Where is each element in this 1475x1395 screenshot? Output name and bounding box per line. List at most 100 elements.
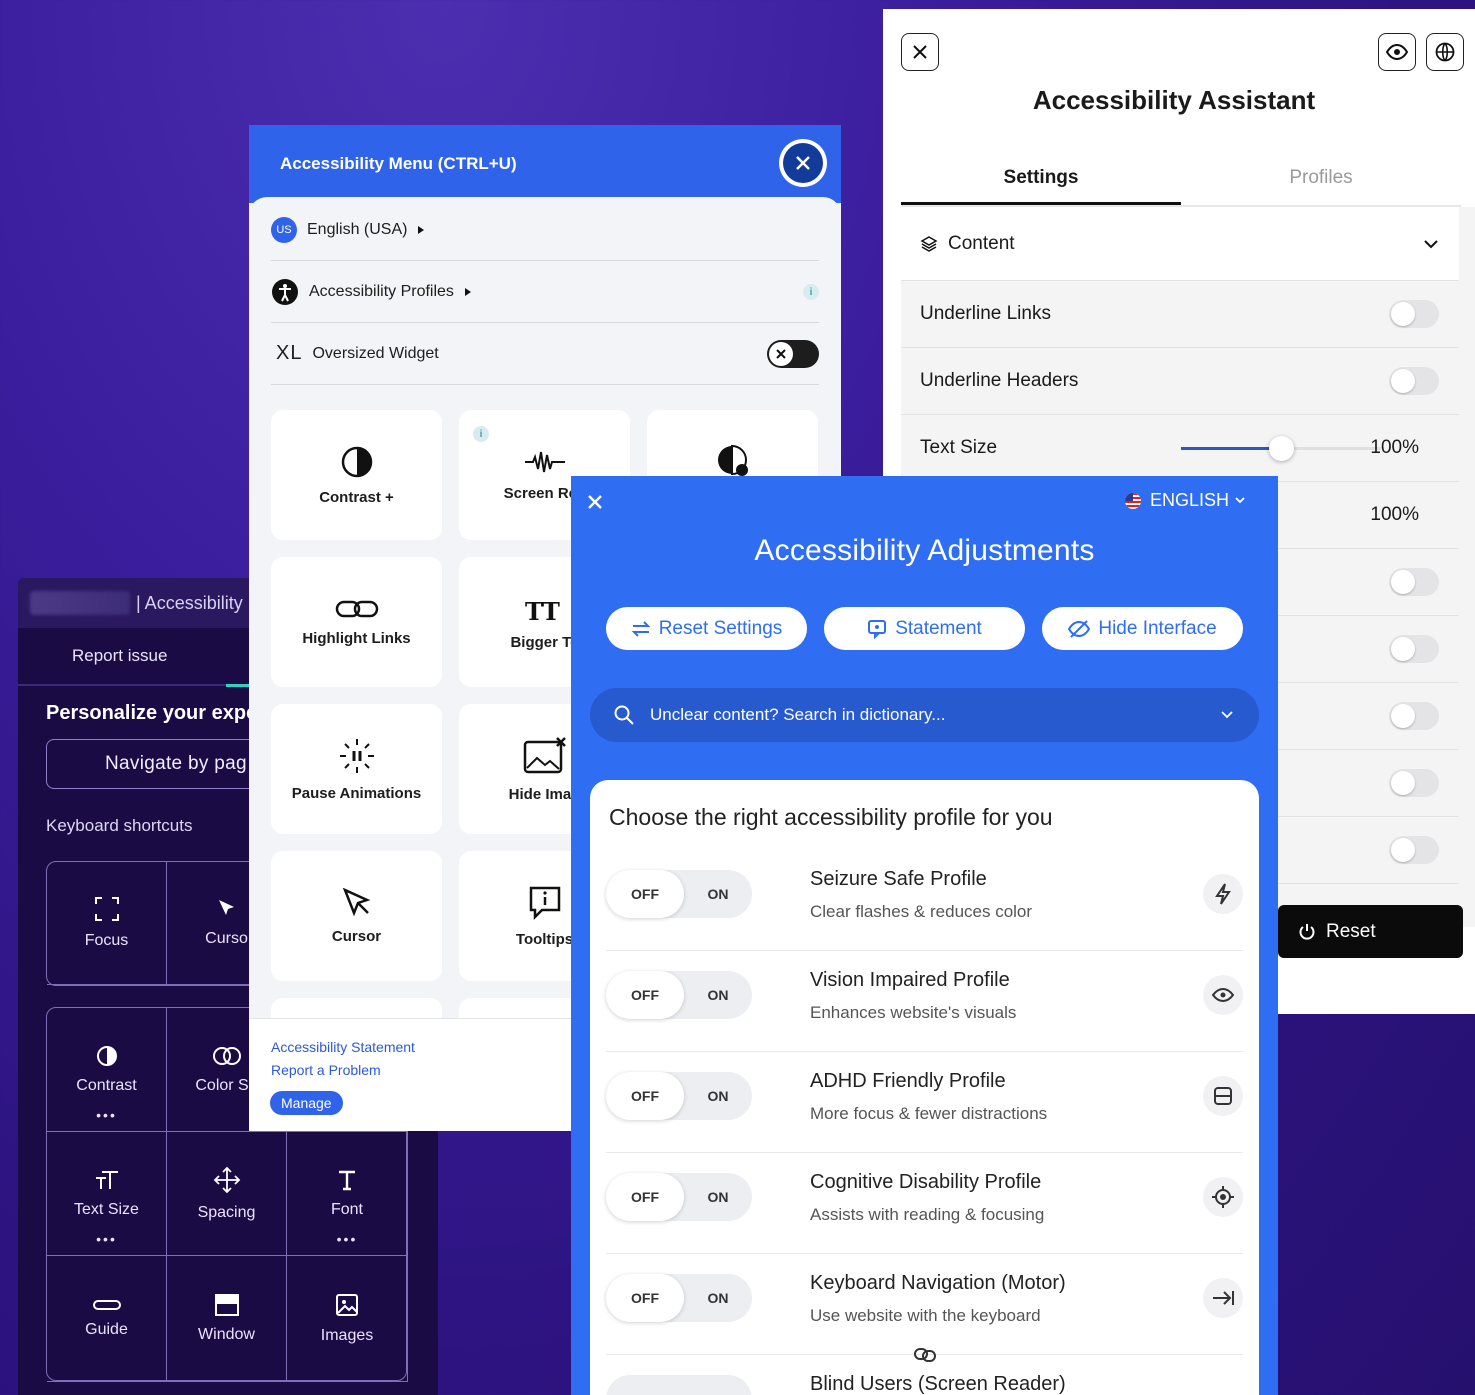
menu-close-button[interactable] [779, 139, 827, 187]
window-tile[interactable]: Window [167, 1256, 287, 1382]
info-icon[interactable]: i [473, 426, 489, 442]
spacing-icon [213, 1166, 240, 1193]
contrast-more[interactable]: ••• [96, 1107, 117, 1123]
text-size-icon [95, 1170, 118, 1189]
underline-headers-label: Underline Headers [920, 370, 1079, 391]
us-badge: US [271, 216, 297, 243]
oversized-widget-label: Oversized Widget [312, 344, 439, 362]
underline-headers-row: Underline Headers [901, 348, 1459, 415]
cognitive-disability-row: OFF ON Cognitive Disability Profile Assis… [606, 1153, 1243, 1254]
keyboard-navigation-row: OFF ON Keyboard Navigation (Motor) Use we… [606, 1254, 1243, 1355]
highlight-links-card[interactable]: Highlight Links [271, 557, 442, 687]
reset-settings-label: Reset Settings [658, 617, 783, 639]
underline-headers-toggle[interactable] [1389, 367, 1439, 395]
contrast-plus-card[interactable]: Contrast + [271, 410, 442, 540]
tab-report-issue[interactable]: Report issue [72, 646, 167, 666]
profile-name: Blind Users (Screen Reader) [810, 1373, 1066, 1395]
toggle-6[interactable] [1389, 769, 1439, 797]
underline-links-toggle[interactable] [1389, 300, 1439, 328]
accessibility-statement-link[interactable]: Accessibility Statement [271, 1039, 415, 1055]
off-option[interactable]: OFF [606, 971, 684, 1019]
reset-settings-button[interactable]: Reset Settings [606, 607, 807, 650]
off-option[interactable]: OFF [606, 870, 684, 918]
keyboard-navigation-toggle[interactable]: OFF ON [606, 1274, 752, 1322]
images-label: Images [320, 1326, 374, 1344]
toggle-3[interactable] [1389, 568, 1439, 596]
toggle-7[interactable] [1389, 836, 1439, 864]
off-option[interactable]: OFF [606, 1072, 684, 1120]
visibility-button[interactable] [1378, 33, 1416, 71]
bigger-text-icon: TT [525, 597, 560, 624]
cursor-icon [218, 900, 234, 915]
dictionary-search[interactable]: Unclear content? Search in dictionary... [590, 688, 1259, 742]
manage-button[interactable]: Manage [270, 1091, 343, 1115]
on-option[interactable]: ON [684, 1088, 752, 1104]
on-option[interactable]: ON [684, 987, 752, 1003]
report-problem-link[interactable]: Report a Problem [271, 1062, 381, 1078]
search-icon [614, 705, 634, 725]
search-placeholder: Unclear content? Search in dictionary... [650, 705, 946, 724]
focus-shortcut[interactable]: Focus [47, 862, 167, 985]
lightning-icon [1203, 874, 1243, 914]
eye-slash-icon [1068, 619, 1091, 638]
close-icon[interactable] [587, 494, 603, 510]
underline-links-row: Underline Links [901, 281, 1459, 348]
pause-animations-card[interactable]: Pause Animations [271, 704, 442, 834]
profile-name: Seizure Safe Profile [810, 868, 987, 890]
contrast-icon [96, 1045, 117, 1066]
accessibility-person-icon [272, 278, 298, 305]
profile-description: Assists with reading & focusing [810, 1205, 1045, 1224]
profiles-row[interactable]: Accessibility Profiles i [271, 261, 819, 323]
off-option[interactable]: OFF [606, 1173, 684, 1221]
on-option[interactable]: ON [684, 1189, 752, 1205]
font-tile[interactable]: Font ••• [287, 1132, 408, 1256]
language-selector[interactable]: ENGLISH [1122, 490, 1245, 511]
text-size-more[interactable]: ••• [96, 1231, 117, 1247]
profile-name: Keyboard Navigation (Motor) [810, 1272, 1066, 1294]
language-button[interactable] [1426, 33, 1464, 71]
chevron-down-icon [1235, 497, 1245, 504]
on-option[interactable]: ON [684, 1290, 752, 1306]
content-section-header[interactable]: Content [901, 207, 1459, 281]
spacing-tile[interactable]: Spacing [167, 1132, 287, 1256]
screen-reader-icon [524, 451, 565, 472]
toggle-5[interactable] [1389, 702, 1439, 730]
on-option[interactable]: ON [684, 886, 752, 902]
oversized-widget-toggle[interactable] [767, 340, 819, 368]
off-option[interactable]: OFF [606, 1274, 684, 1322]
content-section-label: Content [948, 232, 1015, 254]
statement-button[interactable]: Statement [824, 607, 1025, 650]
swap-arrows-icon [631, 620, 651, 637]
font-icon [339, 1170, 355, 1190]
guide-tile[interactable]: Guide [47, 1256, 167, 1382]
text-size-slider[interactable] [1181, 435, 1381, 461]
blind-users-toggle[interactable] [606, 1375, 752, 1395]
tab-profiles[interactable]: Profiles [1181, 159, 1461, 205]
toggle-4[interactable] [1389, 635, 1439, 663]
text-size-tile[interactable]: Text Size ••• [47, 1132, 167, 1256]
statement-label: Statement [895, 617, 982, 639]
text-size-label: Text Size [920, 437, 998, 458]
seizure-safe-row: OFF ON Seizure Safe Profile Clear flashes… [606, 850, 1243, 951]
seizure-safe-toggle[interactable]: OFF ON [606, 870, 752, 918]
images-tile[interactable]: Images [287, 1256, 408, 1382]
contrast-tile[interactable]: Contrast ••• [47, 1008, 167, 1132]
saturation-icon [717, 444, 748, 476]
adhd-friendly-toggle[interactable]: OFF ON [606, 1072, 752, 1120]
text-size-slider-handle[interactable] [1269, 435, 1294, 461]
reset-button[interactable]: Reset [1278, 905, 1463, 958]
vision-impaired-toggle[interactable]: OFF ON [606, 971, 752, 1019]
focus-box-icon [1203, 1076, 1243, 1116]
tooltips-icon [529, 886, 560, 920]
tab-settings[interactable]: Settings [901, 159, 1181, 205]
font-more[interactable]: ••• [337, 1231, 358, 1247]
hide-interface-button[interactable]: Hide Interface [1042, 607, 1243, 650]
close-button[interactable] [901, 33, 939, 71]
menu-header: Accessibility Menu (CTRL+U) [249, 125, 841, 203]
info-icon[interactable]: i [803, 284, 819, 300]
cursor-card[interactable]: Cursor [271, 851, 442, 981]
oversized-widget-row: XL Oversized Widget [271, 323, 819, 385]
language-row[interactable]: US English (USA) [271, 199, 819, 261]
text-size-slider-fill [1181, 446, 1281, 450]
cognitive-disability-toggle[interactable]: OFF ON [606, 1173, 752, 1221]
